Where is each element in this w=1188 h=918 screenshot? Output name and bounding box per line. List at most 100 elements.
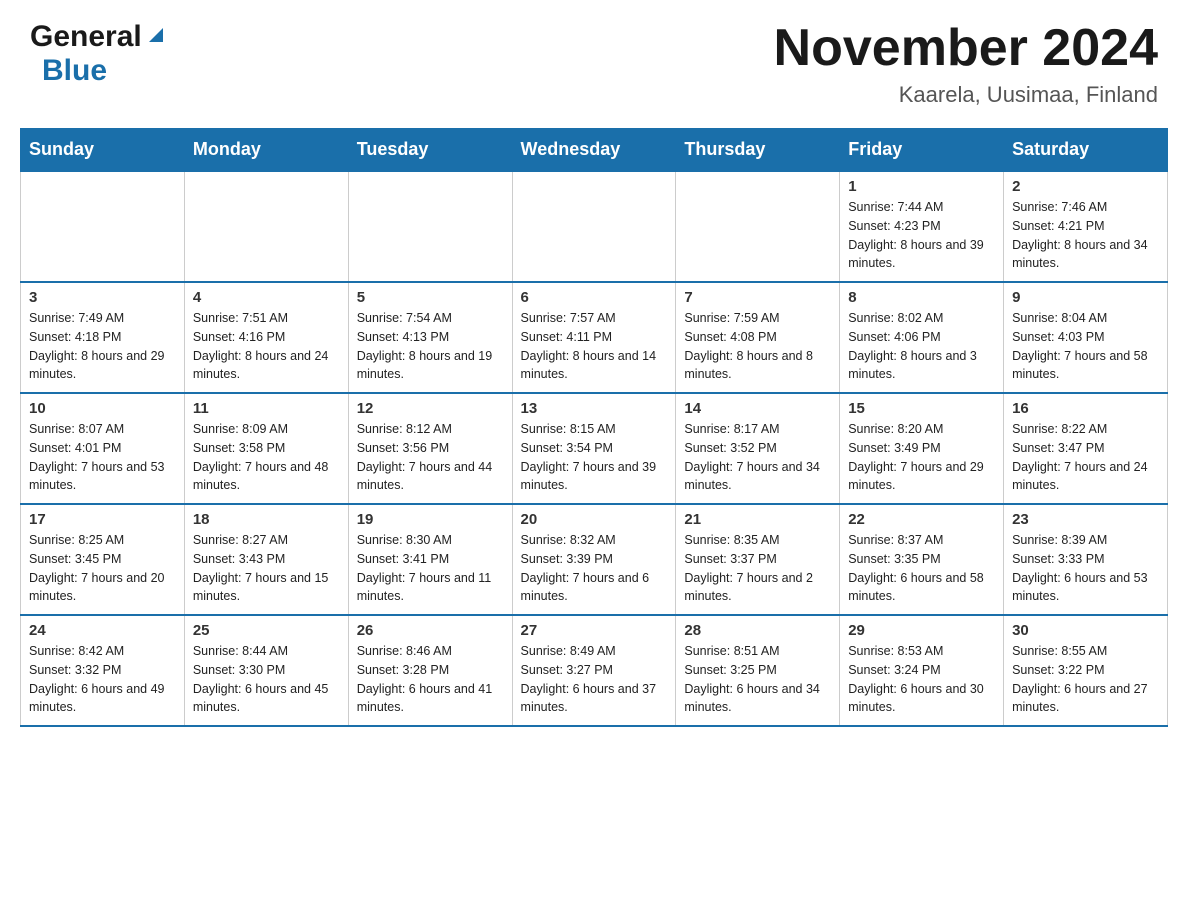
- day-number: 10: [29, 400, 176, 417]
- table-row: 1 Sunrise: 7:44 AM Sunset: 4:23 PM Daylig…: [840, 171, 1004, 282]
- day-number: 11: [193, 400, 340, 417]
- logo-arrow-icon: [145, 24, 167, 51]
- table-row: 25Sunrise: 8:44 AM Sunset: 3:30 PM Dayli…: [184, 615, 348, 726]
- day-number: 3: [29, 289, 176, 306]
- day-number: 16: [1012, 400, 1159, 417]
- day-info: Sunrise: 8:55 AM Sunset: 3:22 PM Dayligh…: [1012, 642, 1159, 717]
- table-row: 17 Sunrise: 8:25 AM Sunset: 3:45 PM Dayli…: [21, 504, 185, 615]
- day-number: 18: [193, 511, 340, 528]
- table-row: 28 Sunrise: 8:51 AM Sunset: 3:25 PM Dayli…: [676, 615, 840, 726]
- day-info: Sunrise: 8:17 AM Sunset: 3:52 PM Dayligh…: [684, 420, 831, 495]
- table-row: 3Sunrise: 7:49 AM Sunset: 4:18 PM Daylig…: [21, 282, 185, 393]
- day-number: 27: [521, 622, 668, 639]
- table-row: 6 Sunrise: 7:57 AM Sunset: 4:11 PM Daylig…: [512, 282, 676, 393]
- day-info: Sunrise: 8:25 AM Sunset: 3:45 PM Dayligh…: [29, 531, 176, 606]
- day-info: Sunrise: 8:46 AM Sunset: 3:28 PM Dayligh…: [357, 642, 504, 717]
- day-info: Sunrise: 7:54 AM Sunset: 4:13 PM Dayligh…: [357, 309, 504, 384]
- table-row: 2 Sunrise: 7:46 AM Sunset: 4:21 PM Daylig…: [1004, 171, 1168, 282]
- table-row: 23 Sunrise: 8:39 AM Sunset: 3:33 PM Dayli…: [1004, 504, 1168, 615]
- logo-blue-text: Blue: [42, 54, 107, 88]
- table-row: 21 Sunrise: 8:35 AM Sunset: 3:37 PM Dayli…: [676, 504, 840, 615]
- table-row: 13 Sunrise: 8:15 AM Sunset: 3:54 PM Dayli…: [512, 393, 676, 504]
- table-row: 19Sunrise: 8:30 AM Sunset: 3:41 PM Dayli…: [348, 504, 512, 615]
- table-row: 11 Sunrise: 8:09 AM Sunset: 3:58 PM Dayli…: [184, 393, 348, 504]
- day-number: 4: [193, 289, 340, 306]
- header-sunday: Sunday: [21, 129, 185, 172]
- header-saturday: Saturday: [1004, 129, 1168, 172]
- calendar-week-row: 24 Sunrise: 8:42 AM Sunset: 3:32 PM Dayli…: [21, 615, 1168, 726]
- header-wednesday: Wednesday: [512, 129, 676, 172]
- logo-general-text: General: [30, 20, 142, 54]
- day-number: 17: [29, 511, 176, 528]
- day-number: 19: [357, 511, 504, 528]
- day-info: Sunrise: 7:51 AM Sunset: 4:16 PM Dayligh…: [193, 309, 340, 384]
- day-info: Sunrise: 8:35 AM Sunset: 3:37 PM Dayligh…: [684, 531, 831, 606]
- day-number: 13: [521, 400, 668, 417]
- table-row: 4 Sunrise: 7:51 AM Sunset: 4:16 PM Daylig…: [184, 282, 348, 393]
- table-row: 7Sunrise: 7:59 AM Sunset: 4:08 PM Daylig…: [676, 282, 840, 393]
- table-row: 15 Sunrise: 8:20 AM Sunset: 3:49 PM Dayli…: [840, 393, 1004, 504]
- day-info: Sunrise: 7:57 AM Sunset: 4:11 PM Dayligh…: [521, 309, 668, 384]
- day-number: 14: [684, 400, 831, 417]
- day-number: 20: [521, 511, 668, 528]
- day-number: 24: [29, 622, 176, 639]
- table-row: [676, 171, 840, 282]
- calendar-header-row: Sunday Monday Tuesday Wednesday Thursday…: [21, 129, 1168, 172]
- day-number: 15: [848, 400, 995, 417]
- day-info: Sunrise: 8:37 AM Sunset: 3:35 PM Dayligh…: [848, 531, 995, 606]
- month-title: November 2024: [774, 20, 1158, 77]
- day-number: 1: [848, 178, 995, 195]
- day-number: 21: [684, 511, 831, 528]
- day-number: 6: [521, 289, 668, 306]
- day-info: Sunrise: 8:20 AM Sunset: 3:49 PM Dayligh…: [848, 420, 995, 495]
- calendar-week-row: 17 Sunrise: 8:25 AM Sunset: 3:45 PM Dayli…: [21, 504, 1168, 615]
- table-row: 24 Sunrise: 8:42 AM Sunset: 3:32 PM Dayli…: [21, 615, 185, 726]
- table-row: 10 Sunrise: 8:07 AM Sunset: 4:01 PM Dayli…: [21, 393, 185, 504]
- day-info: Sunrise: 8:04 AM Sunset: 4:03 PM Dayligh…: [1012, 309, 1159, 384]
- logo: General Blue: [30, 20, 167, 88]
- day-number: 5: [357, 289, 504, 306]
- day-number: 23: [1012, 511, 1159, 528]
- table-row: 18 Sunrise: 8:27 AM Sunset: 3:43 PM Dayli…: [184, 504, 348, 615]
- day-info: Sunrise: 8:07 AM Sunset: 4:01 PM Dayligh…: [29, 420, 176, 495]
- location-text: Kaarela, Uusimaa, Finland: [774, 82, 1158, 108]
- day-number: 2: [1012, 178, 1159, 195]
- day-info: Sunrise: 8:42 AM Sunset: 3:32 PM Dayligh…: [29, 642, 176, 717]
- table-row: 20 Sunrise: 8:32 AM Sunset: 3:39 PM Dayli…: [512, 504, 676, 615]
- day-info: Sunrise: 8:09 AM Sunset: 3:58 PM Dayligh…: [193, 420, 340, 495]
- table-row: 27Sunrise: 8:49 AM Sunset: 3:27 PM Dayli…: [512, 615, 676, 726]
- day-number: 9: [1012, 289, 1159, 306]
- table-row: 26Sunrise: 8:46 AM Sunset: 3:28 PM Dayli…: [348, 615, 512, 726]
- day-number: 8: [848, 289, 995, 306]
- day-info: Sunrise: 8:53 AM Sunset: 3:24 PM Dayligh…: [848, 642, 995, 717]
- day-info: Sunrise: 7:44 AM Sunset: 4:23 PM Dayligh…: [848, 198, 995, 273]
- day-number: 28: [684, 622, 831, 639]
- day-info: Sunrise: 8:39 AM Sunset: 3:33 PM Dayligh…: [1012, 531, 1159, 606]
- calendar-week-row: 3Sunrise: 7:49 AM Sunset: 4:18 PM Daylig…: [21, 282, 1168, 393]
- day-info: Sunrise: 7:46 AM Sunset: 4:21 PM Dayligh…: [1012, 198, 1159, 273]
- page-header: General Blue November 2024 Kaarela, Uusi…: [0, 0, 1188, 118]
- day-number: 12: [357, 400, 504, 417]
- title-section: November 2024 Kaarela, Uusimaa, Finland: [774, 20, 1158, 108]
- calendar-week-row: 1 Sunrise: 7:44 AM Sunset: 4:23 PM Daylig…: [21, 171, 1168, 282]
- calendar-week-row: 10 Sunrise: 8:07 AM Sunset: 4:01 PM Dayli…: [21, 393, 1168, 504]
- table-row: 22 Sunrise: 8:37 AM Sunset: 3:35 PM Dayli…: [840, 504, 1004, 615]
- table-row: [21, 171, 185, 282]
- day-info: Sunrise: 8:15 AM Sunset: 3:54 PM Dayligh…: [521, 420, 668, 495]
- table-row: [184, 171, 348, 282]
- day-info: Sunrise: 8:32 AM Sunset: 3:39 PM Dayligh…: [521, 531, 668, 606]
- day-number: 25: [193, 622, 340, 639]
- table-row: 8 Sunrise: 8:02 AM Sunset: 4:06 PM Daylig…: [840, 282, 1004, 393]
- calendar-table: Sunday Monday Tuesday Wednesday Thursday…: [20, 128, 1168, 727]
- day-info: Sunrise: 8:27 AM Sunset: 3:43 PM Dayligh…: [193, 531, 340, 606]
- day-number: 30: [1012, 622, 1159, 639]
- header-monday: Monday: [184, 129, 348, 172]
- day-info: Sunrise: 8:22 AM Sunset: 3:47 PM Dayligh…: [1012, 420, 1159, 495]
- table-row: 16 Sunrise: 8:22 AM Sunset: 3:47 PM Dayli…: [1004, 393, 1168, 504]
- day-number: 22: [848, 511, 995, 528]
- day-number: 29: [848, 622, 995, 639]
- table-row: 29 Sunrise: 8:53 AM Sunset: 3:24 PM Dayli…: [840, 615, 1004, 726]
- day-info: Sunrise: 8:51 AM Sunset: 3:25 PM Dayligh…: [684, 642, 831, 717]
- header-tuesday: Tuesday: [348, 129, 512, 172]
- day-info: Sunrise: 8:02 AM Sunset: 4:06 PM Dayligh…: [848, 309, 995, 384]
